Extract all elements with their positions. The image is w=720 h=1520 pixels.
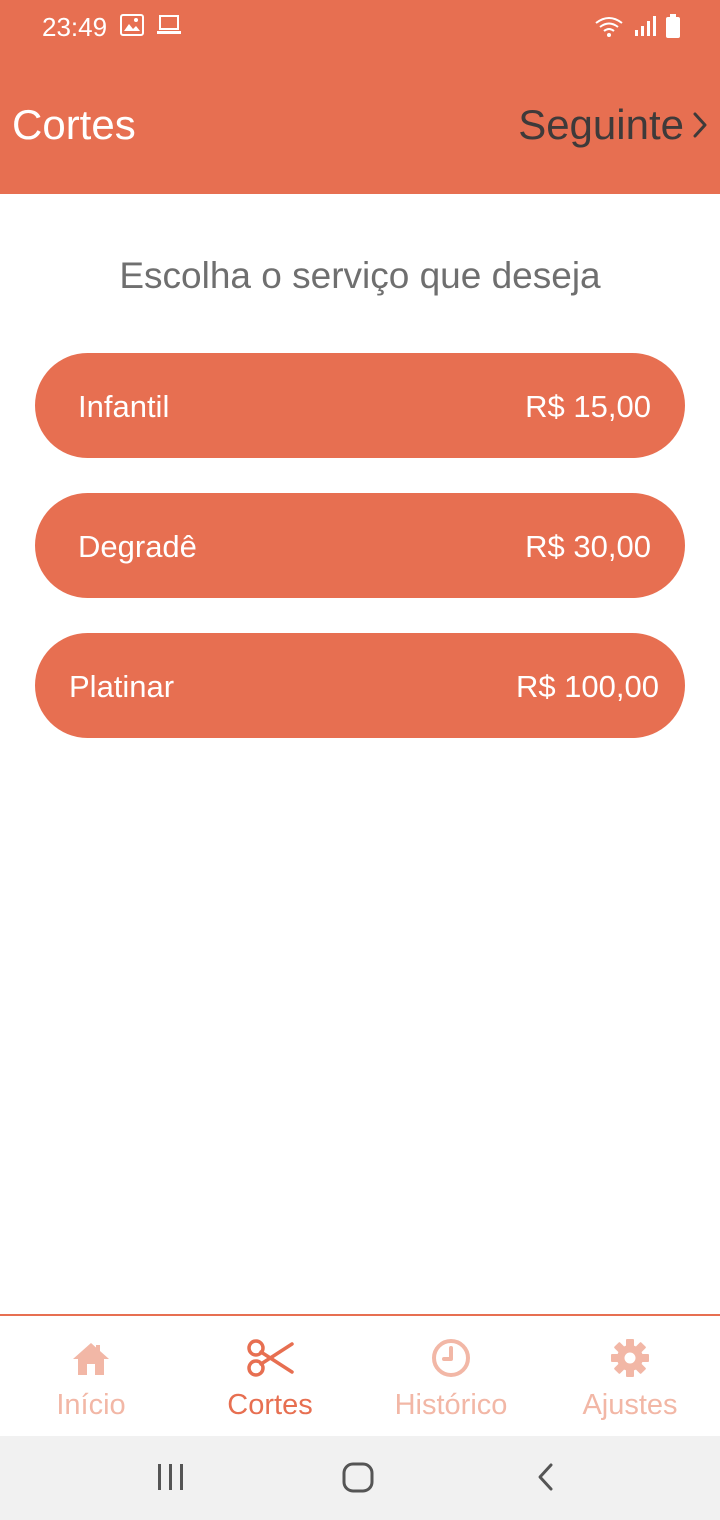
- status-left-icons: [120, 14, 182, 36]
- service-price: R$ 15,00: [525, 389, 651, 424]
- nav-item-cortes[interactable]: Cortes: [180, 1316, 360, 1438]
- nav-item-ajustes[interactable]: Ajustes: [540, 1316, 720, 1438]
- chevron-right-icon: [693, 112, 707, 138]
- app-header: Cortes Seguinte: [0, 56, 720, 194]
- recent-apps-icon[interactable]: [156, 1458, 186, 1498]
- service-name: Degradê: [78, 529, 197, 564]
- nav-item-historico[interactable]: Histórico: [361, 1316, 541, 1438]
- signal-icon: [635, 16, 656, 36]
- page-title: Cortes: [12, 101, 136, 148]
- battery-icon: [666, 14, 680, 38]
- gear-icon: [611, 1339, 649, 1377]
- home-button-icon[interactable]: [340, 1458, 376, 1498]
- status-right-icons: [594, 14, 680, 38]
- nav-label: Início: [56, 1389, 126, 1421]
- clock-icon: [432, 1339, 470, 1377]
- image-icon: [120, 14, 144, 36]
- nav-label: Histórico: [394, 1389, 508, 1421]
- nav-label: Cortes: [227, 1389, 313, 1421]
- wifi-icon: [595, 17, 623, 37]
- service-name: Platinar: [69, 669, 175, 704]
- nav-item-inicio[interactable]: Início: [1, 1316, 181, 1438]
- scissors-icon: [247, 1339, 294, 1377]
- service-price: R$ 100,00: [515, 669, 659, 704]
- subtitle: Escolha o serviço que deseja: [119, 255, 601, 296]
- service-name: Infantil: [78, 389, 170, 424]
- home-icon: [73, 1343, 109, 1375]
- service-item-infantil[interactable]: Infantil R$ 15,00: [35, 353, 685, 458]
- system-nav-bar: [0, 1436, 720, 1520]
- service-price: R$ 30,00: [525, 529, 651, 564]
- laptop-icon: [157, 15, 181, 34]
- service-item-platinar[interactable]: Platinar R$ 100,00: [35, 633, 685, 738]
- next-button-label: Seguinte: [518, 101, 684, 148]
- nav-label: Ajustes: [582, 1389, 678, 1421]
- status-bar: 23:49: [0, 0, 720, 56]
- next-button[interactable]: Seguinte: [518, 101, 708, 149]
- status-time: 23:49: [42, 12, 108, 42]
- bottom-nav: Início Cortes Histórico Ajustes: [0, 1314, 720, 1438]
- service-item-degrade[interactable]: Degradê R$ 30,00: [35, 493, 685, 598]
- back-icon[interactable]: [534, 1458, 558, 1498]
